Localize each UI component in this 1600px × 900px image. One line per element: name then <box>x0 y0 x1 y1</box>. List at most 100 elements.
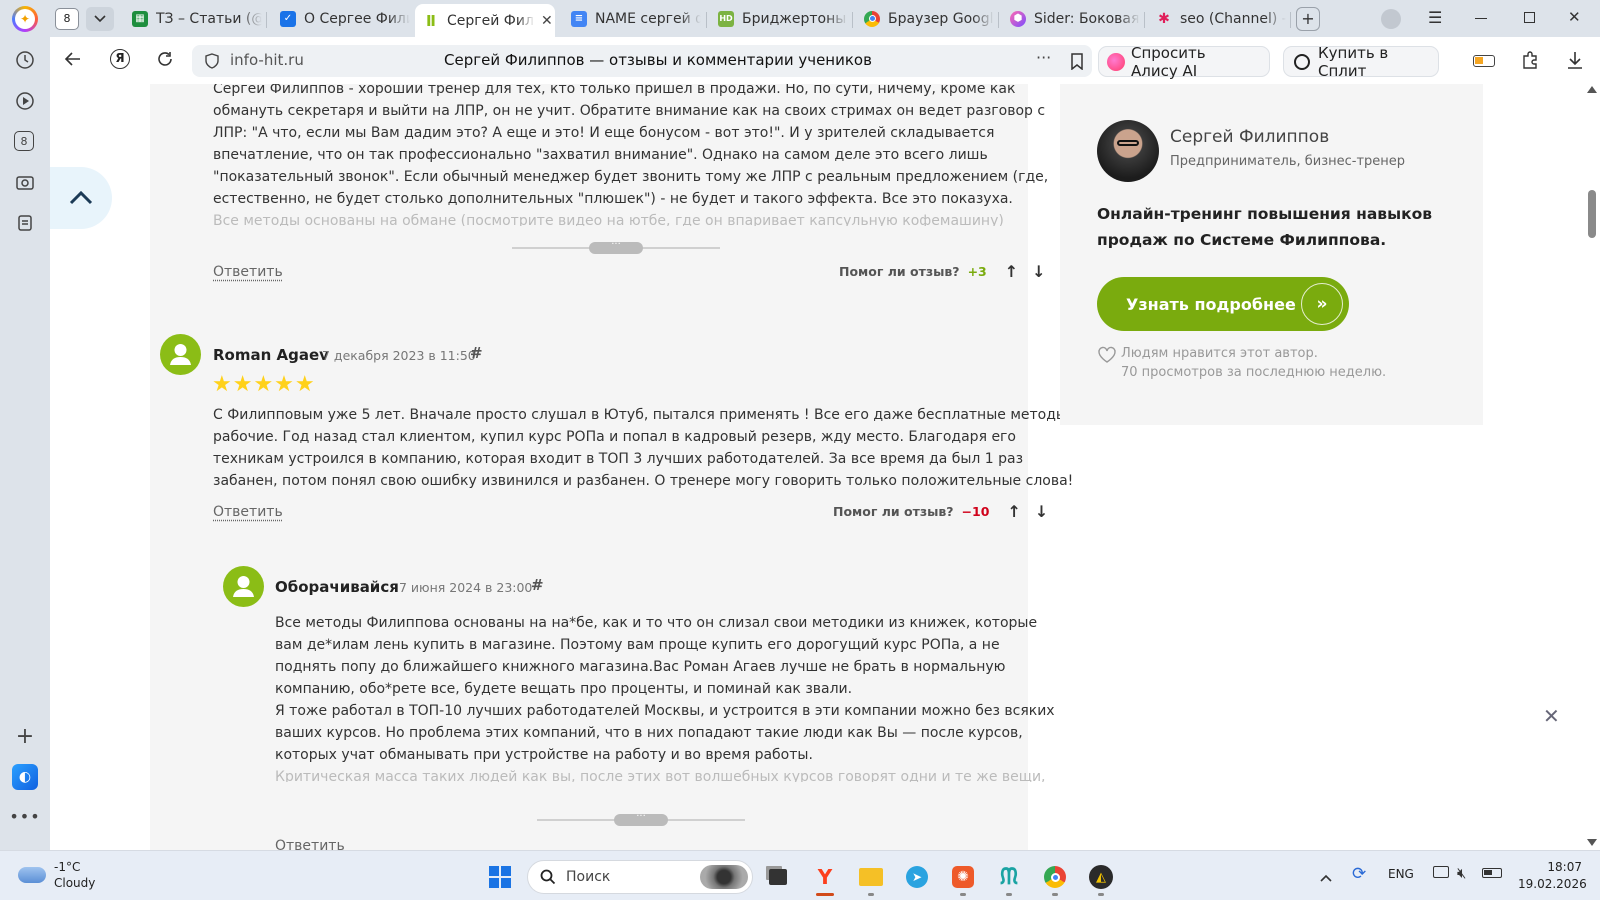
review-date: 7 декабря 2023 в 11:50 <box>322 348 476 363</box>
tab-list-button[interactable] <box>86 7 114 31</box>
buy-split-button[interactable]: Купить в Сплит <box>1283 44 1439 80</box>
tab-counter[interactable]: 8 <box>55 8 79 30</box>
history-icon[interactable] <box>14 49 36 71</box>
add-icon[interactable]: + <box>14 724 36 749</box>
split-icon <box>1294 53 1310 70</box>
tab-docs[interactable]: ≡ NAME сергей ф <box>563 4 701 33</box>
downvote-icon[interactable]: ↓ <box>1032 262 1045 281</box>
close-icon[interactable]: ✕ <box>541 13 553 29</box>
address-domain[interactable]: info-hit.ru <box>230 51 304 69</box>
comment-line-faded: Критическая масса таких людей как вы, по… <box>275 769 1046 782</box>
weather-condition: Cloudy <box>54 876 96 890</box>
heart-icon[interactable] <box>1097 346 1117 364</box>
tab-bridgerton[interactable]: HD Бриджертоны 3 <box>710 4 848 33</box>
slack-icon: ✱ <box>1158 10 1170 27</box>
expand-review-button[interactable]: ··· <box>589 240 643 254</box>
author-photo[interactable] <box>1097 120 1159 182</box>
site-shield-icon[interactable] <box>204 53 220 69</box>
collections-icon[interactable] <box>14 213 36 235</box>
reply-link[interactable]: Ответить <box>213 504 283 520</box>
start-icon[interactable] <box>487 864 513 890</box>
profile-icon[interactable] <box>1381 9 1401 29</box>
battery-icon[interactable] <box>1482 868 1502 878</box>
review-line: обмануть секретаря и выйти на ЛПР, он не… <box>213 103 1046 119</box>
app-orange-icon[interactable]: ✺ <box>950 864 976 890</box>
author-name[interactable]: Сергей Филиппов <box>1170 127 1329 147</box>
close-icon[interactable]: ✕ <box>1543 704 1560 728</box>
reply-link[interactable]: Ответить <box>275 838 345 850</box>
tab-about-sergey[interactable]: ✓ О Сергее Фили <box>272 4 410 33</box>
address-bar[interactable]: info-hit.ru Сергей Филиппов — отзывы и к… <box>192 45 1092 77</box>
menu-icon[interactable]: ☰ <box>1428 8 1442 27</box>
app-teal-icon[interactable]: ᙏ <box>996 864 1022 890</box>
language-indicator[interactable]: ENG <box>1388 867 1414 881</box>
minimize-icon[interactable] <box>1475 18 1487 19</box>
scroll-up-arrow[interactable] <box>1587 86 1597 93</box>
vertical-scrollbar[interactable] <box>1584 84 1600 850</box>
permalink-hash[interactable]: # <box>470 344 483 362</box>
taskbar-search[interactable]: Поиск <box>527 860 753 894</box>
tab-active-sergey[interactable]: Ⅱ Сергей Фили ✕ <box>415 4 555 37</box>
yandex-logo-icon[interactable]: Я <box>110 49 130 69</box>
new-tab-button[interactable]: + <box>1296 7 1320 31</box>
clock[interactable]: 18:07 19.02.2026 <box>1518 859 1587 893</box>
ask-alice-button[interactable]: Спросить Алису AI <box>1098 43 1270 80</box>
review-line-faded: Все методы основаны на обмане (посмотрит… <box>213 213 1004 226</box>
back-icon[interactable] <box>64 50 82 72</box>
reply-link[interactable]: Ответить <box>213 264 283 280</box>
learn-more-button[interactable]: Узнать подробнее » <box>1097 277 1349 331</box>
upvote-icon[interactable]: ↑ <box>1007 502 1020 521</box>
task-view-icon[interactable] <box>765 864 791 890</box>
weather-widget[interactable]: -1°C Cloudy <box>18 858 95 892</box>
review-line: впечатление, что он так профессионально … <box>213 147 988 163</box>
tab-bar: ✦ 8 ▦ ТЗ – Статьи (@ ✓ О Сергее Фили Ⅱ С… <box>0 0 1600 37</box>
scroll-top-button[interactable] <box>50 167 112 229</box>
restore-icon[interactable] <box>1524 12 1535 23</box>
tab-title: seo (Channel) - [ <box>1180 10 1286 27</box>
more-icon[interactable]: ••• <box>9 805 39 827</box>
comment-author[interactable]: Оборачивайся <box>275 578 399 596</box>
sync-icon[interactable]: ⟳ <box>1352 864 1366 884</box>
comment-line: Я тоже работал в ТОП-10 лучших работодат… <box>275 703 1055 719</box>
comment-line: которых учат обманывать при устройстве н… <box>275 747 813 763</box>
comment-line: компанию, обо*рете все, будете вещать пр… <box>275 681 853 697</box>
battery-saver-icon[interactable] <box>1473 55 1495 67</box>
chrome-taskbar-icon[interactable] <box>1042 864 1068 890</box>
review-author[interactable]: Roman Agaev <box>213 346 329 364</box>
bookmark-icon[interactable] <box>1070 53 1084 70</box>
helpful-vote: Помог ли отзыв? −10 ↑ ↓ <box>833 502 1048 521</box>
app-icon[interactable]: ◐ <box>12 764 38 790</box>
scroll-thumb[interactable] <box>1588 190 1596 238</box>
tab-sider[interactable]: ⬢ Sider: Боковая г <box>1002 4 1140 33</box>
upvote-icon[interactable]: ↑ <box>1005 262 1018 281</box>
downvote-icon[interactable]: ↓ <box>1035 502 1048 521</box>
download-icon[interactable] <box>1566 50 1584 74</box>
permalink-hash[interactable]: # <box>531 576 544 594</box>
screenshot-icon[interactable] <box>14 172 36 194</box>
network-icon[interactable] <box>1433 866 1449 878</box>
review-line: Сергей Филиппов - хороший тренер для тех… <box>213 84 1016 97</box>
window-close-icon[interactable]: ✕ <box>1568 8 1581 26</box>
review-line: С Филипповым уже 5 лет. Вначале просто с… <box>213 407 1067 423</box>
tray-chevron-up-icon[interactable] <box>1320 867 1332 886</box>
yandex-browser-icon[interactable]: Y <box>812 864 838 890</box>
telegram-icon[interactable]: ➤ <box>904 864 930 890</box>
scroll-down-arrow[interactable] <box>1587 839 1597 846</box>
file-explorer-icon[interactable] <box>858 864 884 890</box>
expand-comment-button[interactable]: ··· <box>614 812 668 826</box>
tab-slack[interactable]: ✱ seo (Channel) - [ <box>1148 4 1286 33</box>
likes-text: Людям нравится этот автор. <box>1121 346 1318 361</box>
comment-date: 7 июня 2024 в 23:00 <box>399 580 533 595</box>
more-options-icon[interactable]: ··· <box>1036 48 1051 67</box>
ask-alice-label: Спросить Алису AI <box>1131 43 1206 80</box>
search-highlight-image <box>700 865 748 889</box>
counter-badge[interactable]: 8 <box>14 131 34 151</box>
volume-muted-icon[interactable]: 🔇︎ <box>1457 864 1466 882</box>
extensions-icon[interactable] <box>1520 50 1540 74</box>
tab-sheets[interactable]: ▦ ТЗ – Статьи (@ <box>124 4 262 33</box>
video-play-icon[interactable] <box>14 90 36 112</box>
tab-chrome[interactable]: Браузер Google <box>856 4 994 33</box>
reload-icon[interactable] <box>156 50 174 72</box>
yandex-menu-icon[interactable]: ✦ <box>12 6 38 32</box>
app-dark-icon[interactable]: ◭ <box>1088 864 1114 890</box>
